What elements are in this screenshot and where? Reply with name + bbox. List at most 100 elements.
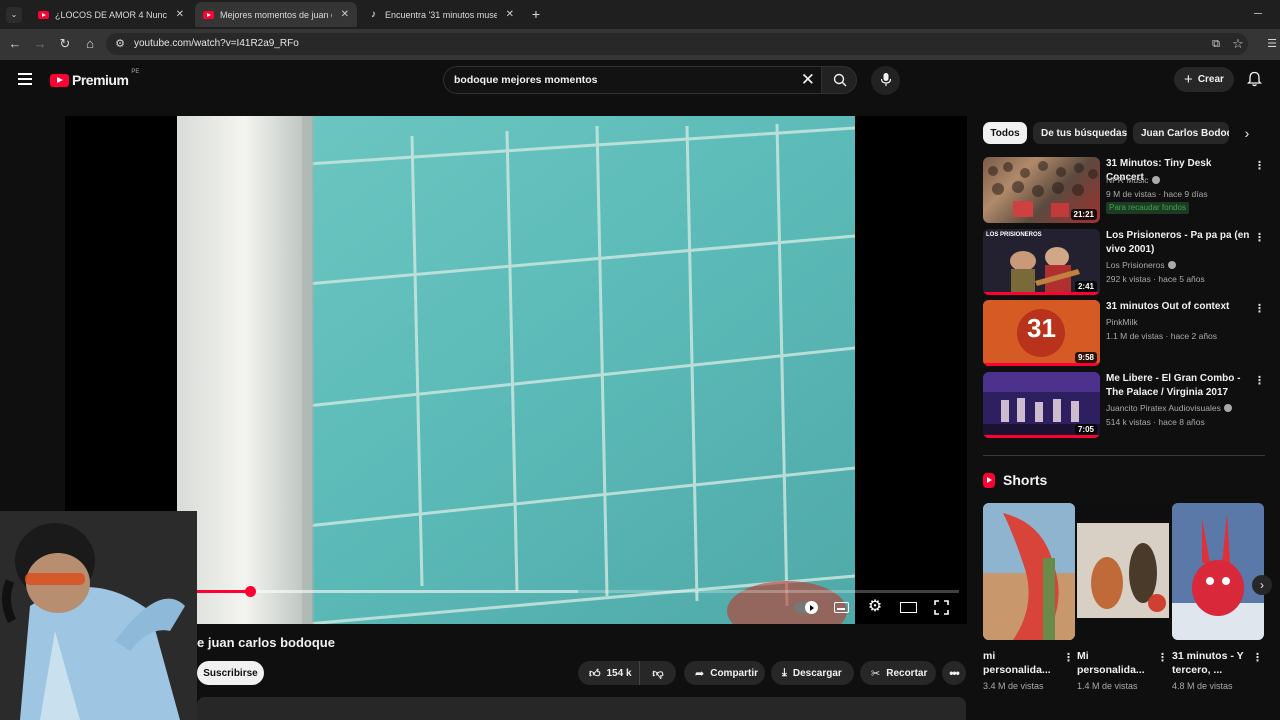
video-thumbnail[interactable]: LOS PRISIONEROS 2:41 (983, 229, 1100, 295)
short-thumbnail[interactable] (983, 503, 1075, 640)
short-views: 1.4 M de vistas (1077, 681, 1138, 691)
video-frame[interactable] (177, 116, 855, 624)
recommendation-item[interactable]: 21:21 31 Minutos: Tiny Desk Concert NPR … (983, 157, 1273, 225)
short-thumbnail[interactable] (1077, 503, 1169, 640)
youtube-favicon-icon (203, 10, 214, 19)
home-icon[interactable]: ⌂ (82, 36, 98, 52)
reload-icon[interactable]: ↻ (57, 36, 73, 52)
voice-search-button[interactable] (871, 66, 900, 95)
channel-name[interactable]: PinkMilk (1106, 317, 1138, 327)
recommendation-item[interactable]: 31 9:58 31 minutos Out of context PinkMi… (983, 300, 1273, 368)
subscribe-label: Suscribirse (203, 667, 258, 679)
chevron-down-icon: ⌄ (10, 10, 18, 19)
section-divider (983, 455, 1265, 456)
video-meta: 292 k vistas · hace 5 años (1106, 274, 1205, 284)
shorts-next-button[interactable]: › (1252, 575, 1272, 595)
create-label: Crear (1197, 74, 1224, 85)
notifications-button[interactable] (1246, 71, 1265, 89)
video-thumbnail[interactable]: 7:05 (983, 372, 1100, 438)
close-tab-icon[interactable]: ✕ (506, 9, 514, 20)
video-title: e juan carlos bodoque (197, 635, 335, 650)
bookmark-star-icon[interactable]: ☆ (1230, 36, 1246, 52)
more-options-icon[interactable]: ⋮ (1254, 159, 1265, 172)
chip-juan-carlos-bodoque[interactable]: Juan Carlos Bodoque (1133, 122, 1229, 144)
browser-tab-2[interactable]: Mejores momentos de juan car ✕ (195, 2, 357, 27)
minimize-window-icon[interactable] (1254, 13, 1262, 14)
video-thumbnail[interactable]: 31 9:58 (983, 300, 1100, 366)
more-options-icon[interactable]: ⋮ (1254, 302, 1265, 315)
chip-de-tus-busquedas[interactable]: De tus búsquedas (1033, 122, 1127, 144)
search-button[interactable] (821, 66, 857, 94)
search-icon (833, 73, 847, 87)
settings-gear-icon[interactable]: ⚙ (866, 598, 884, 616)
fullscreen-icon[interactable] (934, 600, 949, 615)
video-title[interactable]: 31 minutos Out of context (1106, 300, 1251, 314)
video-duration: 21:21 (1070, 209, 1097, 220)
channel-name-text: Los Prisioneros (1106, 260, 1165, 270)
search-input[interactable]: bodoque mejores momentos ✕ (443, 66, 821, 94)
browser-tab-3[interactable]: ♪ Encuentra '31 minutos museo' e ✕ (360, 2, 522, 27)
short-thumbnail[interactable] (1172, 503, 1264, 640)
menu-icon[interactable] (18, 73, 32, 85)
description-box[interactable] (197, 697, 966, 720)
more-options-icon[interactable]: ⋮ (1063, 651, 1074, 664)
install-app-icon[interactable]: ⧉ (1208, 36, 1224, 52)
watched-progress-bar (983, 292, 1100, 295)
chip-label: De tus búsquedas (1041, 127, 1127, 139)
share-button[interactable]: ➦ Compartir (684, 661, 765, 685)
video-title[interactable]: Me Libere - El Gran Combo - The Palace /… (1106, 372, 1251, 400)
dislike-button[interactable]: 👎︎ (639, 661, 676, 685)
clear-search-icon[interactable]: ✕ (801, 70, 815, 90)
like-button[interactable]: 👍︎ 154 k (578, 661, 639, 685)
youtube-premium-logo[interactable]: Premium PE (50, 69, 139, 90)
more-options-icon[interactable]: ⋮ (1252, 651, 1263, 664)
video-duration: 7:05 (1074, 424, 1097, 435)
more-options-icon[interactable]: ⋮ (1157, 651, 1168, 664)
autoplay-toggle[interactable] (794, 601, 818, 614)
tab-title: ¿LOCOS DE AMOR 4 Nunca De (55, 9, 167, 20)
close-tab-icon[interactable]: ✕ (176, 9, 184, 20)
site-settings-icon[interactable]: ⚙ (112, 36, 128, 52)
tab-search-button[interactable]: ⌄ (6, 7, 22, 23)
back-icon[interactable]: ← (7, 36, 23, 52)
more-options-icon[interactable]: ⋮ (1254, 231, 1265, 244)
channel-name[interactable]: NPR Music (1106, 175, 1160, 185)
forward-icon[interactable]: → (32, 36, 48, 52)
tiktok-favicon-icon: ♪ (371, 9, 376, 20)
recommendation-item[interactable]: LOS PRISIONEROS 2:41 Los Prisioneros - P… (983, 229, 1273, 297)
video-thumbnail[interactable]: 21:21 (983, 157, 1100, 223)
tab-title: Mejores momentos de juan car (220, 9, 332, 20)
clip-button[interactable]: ✂ Recortar (860, 661, 936, 685)
reading-list-icon[interactable]: ☰ (1264, 36, 1280, 52)
theater-mode-icon[interactable] (900, 602, 917, 613)
channel-name[interactable]: Los Prisioneros (1106, 260, 1176, 270)
short-title[interactable]: Mi personalida... (1077, 649, 1155, 677)
short-title[interactable]: mi personalida... (983, 649, 1061, 677)
progress-track[interactable] (197, 586, 959, 597)
thumbs-up-icon: 👍︎ (589, 667, 601, 680)
subtitles-icon[interactable] (834, 602, 849, 613)
channel-name-text: Juancito Piratex Audiovisuales (1106, 403, 1221, 413)
short-title[interactable]: 31 minutos - Y tercero, ... (1172, 649, 1250, 677)
short-views: 3.4 M de vistas (983, 681, 1044, 691)
close-tab-icon[interactable]: ✕ (341, 9, 349, 20)
download-label: Descargar (792, 667, 842, 679)
channel-name[interactable]: Juancito Piratex Audiovisuales (1106, 403, 1232, 413)
create-button[interactable]: + Crear (1174, 67, 1234, 92)
url-text[interactable]: youtube.com/watch?v=I41R2a9_RFo (134, 38, 299, 49)
video-player[interactable]: ⚙ (65, 116, 967, 624)
more-actions-button[interactable]: ••• (942, 661, 966, 685)
like-count: 154 k (606, 667, 632, 679)
played-bar (197, 590, 251, 593)
recommendation-item[interactable]: 7:05 Me Libere - El Gran Combo - The Pal… (983, 372, 1273, 440)
subscribe-button[interactable]: Suscribirse (197, 661, 264, 685)
browser-tab-1[interactable]: ¿LOCOS DE AMOR 4 Nunca De ✕ (30, 2, 192, 27)
chips-next-arrow-icon[interactable]: › (1238, 124, 1256, 142)
video-title[interactable]: Los Prisioneros - Pa pa pa (en vivo 2001… (1106, 229, 1251, 257)
more-options-icon[interactable]: ⋮ (1254, 374, 1265, 387)
chip-todos[interactable]: Todos (983, 122, 1027, 144)
video-content-tiled-wall (177, 116, 855, 624)
download-button[interactable]: ⤓ Descargar (771, 661, 854, 685)
short-thumbnail-image (1172, 503, 1264, 640)
new-tab-button[interactable]: + (528, 6, 544, 22)
